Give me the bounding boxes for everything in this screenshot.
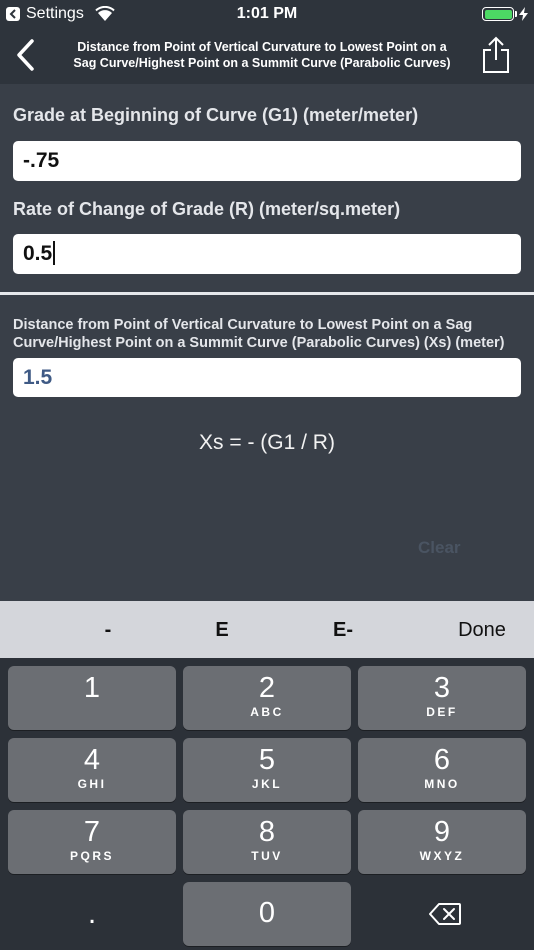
page-title-line2: Sag Curve/Highest Point on a Summit Curv…: [73, 56, 451, 70]
r-input[interactable]: 0.5: [13, 234, 521, 274]
bolt-icon: [519, 7, 528, 21]
battery-cap: [515, 11, 517, 17]
exponent-key[interactable]: E: [202, 619, 242, 642]
share-icon[interactable]: [481, 36, 511, 74]
key-0[interactable]: 0: [183, 882, 351, 946]
key-8-digit: 8: [258, 816, 276, 848]
delete-key[interactable]: [358, 882, 526, 946]
key-8[interactable]: 8 TUV: [183, 810, 351, 874]
status-time: 1:01 PM: [236, 5, 298, 22]
result-value: 1.5: [23, 366, 53, 389]
numeric-keypad: 1 2 ABC 3 DEF 4 GHI 5 JKL 6 MNO 7 PQRS 8…: [0, 658, 534, 950]
r-label: Rate of Change of Grade (R) (meter/sq.me…: [13, 199, 401, 219]
clear-button[interactable]: Clear: [418, 538, 461, 558]
key-9-letters: WXYZ: [419, 849, 465, 863]
g1-label: Grade at Beginning of Curve (G1) (meter/…: [13, 105, 419, 125]
text-cursor: [53, 240, 56, 265]
g1-input[interactable]: -.75: [13, 141, 521, 181]
result-output: 1.5: [13, 358, 521, 397]
battery-icon: [482, 7, 514, 21]
g1-input-value: -.75: [23, 149, 60, 172]
key-1[interactable]: 1: [8, 666, 176, 730]
minus-key[interactable]: -: [88, 619, 128, 642]
key-5-letters: JKL: [251, 777, 283, 791]
key-2-digit: 2: [258, 672, 276, 704]
key-8-letters: TUV: [251, 849, 283, 863]
key-9[interactable]: 9 WXYZ: [358, 810, 526, 874]
key-7[interactable]: 7 PQRS: [8, 810, 176, 874]
key-4-letters: GHI: [77, 777, 107, 791]
key-5[interactable]: 5 JKL: [183, 738, 351, 802]
divider: [0, 292, 534, 295]
key-4-digit: 4: [83, 744, 101, 776]
chevron-left-icon[interactable]: [14, 38, 38, 72]
key-3-letters: DEF: [426, 705, 458, 719]
key-4[interactable]: 4 GHI: [8, 738, 176, 802]
exponent-minus-key[interactable]: E-: [318, 619, 368, 642]
key-7-letters: PQRS: [69, 849, 114, 863]
key-6[interactable]: 6 MNO: [358, 738, 526, 802]
page-title: Distance from Point of Vertical Curvatur…: [60, 39, 464, 71]
keyboard-accessory-bar: - E E- Done: [0, 601, 534, 658]
key-decimal[interactable]: .: [8, 882, 176, 946]
formula: Xs = - (G1 / R): [199, 431, 335, 454]
status-bar: Settings 1:01 PM: [0, 0, 534, 30]
key-0-digit: 0: [258, 897, 276, 929]
done-button[interactable]: Done: [446, 619, 518, 642]
key-3-digit: 3: [433, 672, 451, 704]
navigation-bar: Distance from Point of Vertical Curvatur…: [0, 30, 534, 84]
result-label: Distance from Point of Vertical Curvatur…: [13, 317, 505, 351]
r-input-value: 0.5: [23, 242, 53, 265]
key-9-digit: 9: [433, 816, 451, 848]
key-5-digit: 5: [258, 744, 276, 776]
key-1-digit: 1: [83, 672, 101, 704]
key-6-letters: MNO: [424, 777, 460, 791]
key-2[interactable]: 2 ABC: [183, 666, 351, 730]
page-title-line1: Distance from Point of Vertical Curvatur…: [77, 40, 447, 54]
key-7-digit: 7: [83, 816, 101, 848]
backspace-icon: [429, 903, 461, 925]
key-6-digit: 6: [433, 744, 451, 776]
key-3[interactable]: 3 DEF: [358, 666, 526, 730]
key-2-letters: ABC: [250, 705, 284, 719]
